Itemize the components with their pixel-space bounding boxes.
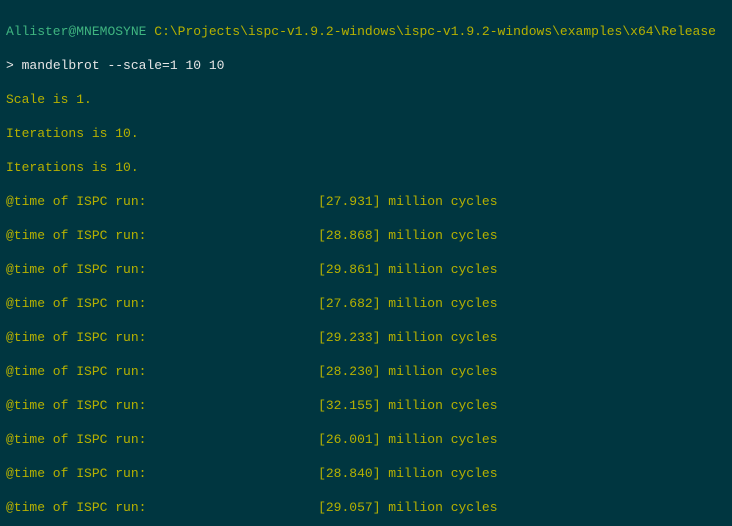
prompt-user: Allister — [6, 24, 68, 39]
output-line: Scale is 1. — [6, 91, 726, 108]
command-line[interactable]: > mandelbrot --scale=1 10 10 — [6, 57, 726, 74]
ispc-run-line: @time of ISPC run: [27.931] million cycl… — [6, 193, 726, 210]
ispc-run-line: @time of ISPC run: [29.057] million cycl… — [6, 499, 726, 516]
ispc-run-line: @time of ISPC run: [29.233] million cycl… — [6, 329, 726, 346]
prompt-symbol: > — [6, 58, 14, 73]
command-text: mandelbrot --scale=1 10 10 — [22, 58, 225, 73]
prompt-host: MNEMOSYNE — [76, 24, 146, 39]
ispc-run-line: @time of ISPC run: [26.001] million cycl… — [6, 431, 726, 448]
ispc-run-line: @time of ISPC run: [28.230] million cycl… — [6, 363, 726, 380]
prompt-path: C:\Projects\ispc-v1.9.2-windows\ispc-v1.… — [154, 24, 716, 39]
ispc-run-line: @time of ISPC run: [28.840] million cycl… — [6, 465, 726, 482]
prompt-line[interactable]: Allister@MNEMOSYNE C:\Projects\ispc-v1.9… — [6, 23, 726, 40]
ispc-run-line: @time of ISPC run: [27.682] million cycl… — [6, 295, 726, 312]
terminal-output: Allister@MNEMOSYNE C:\Projects\ispc-v1.9… — [0, 0, 732, 526]
ispc-run-line: @time of ISPC run: [28.868] million cycl… — [6, 227, 726, 244]
output-line: Iterations is 10. — [6, 159, 726, 176]
ispc-run-line: @time of ISPC run: [32.155] million cycl… — [6, 397, 726, 414]
ispc-run-line: @time of ISPC run: [29.861] million cycl… — [6, 261, 726, 278]
output-line: Iterations is 10. — [6, 125, 726, 142]
